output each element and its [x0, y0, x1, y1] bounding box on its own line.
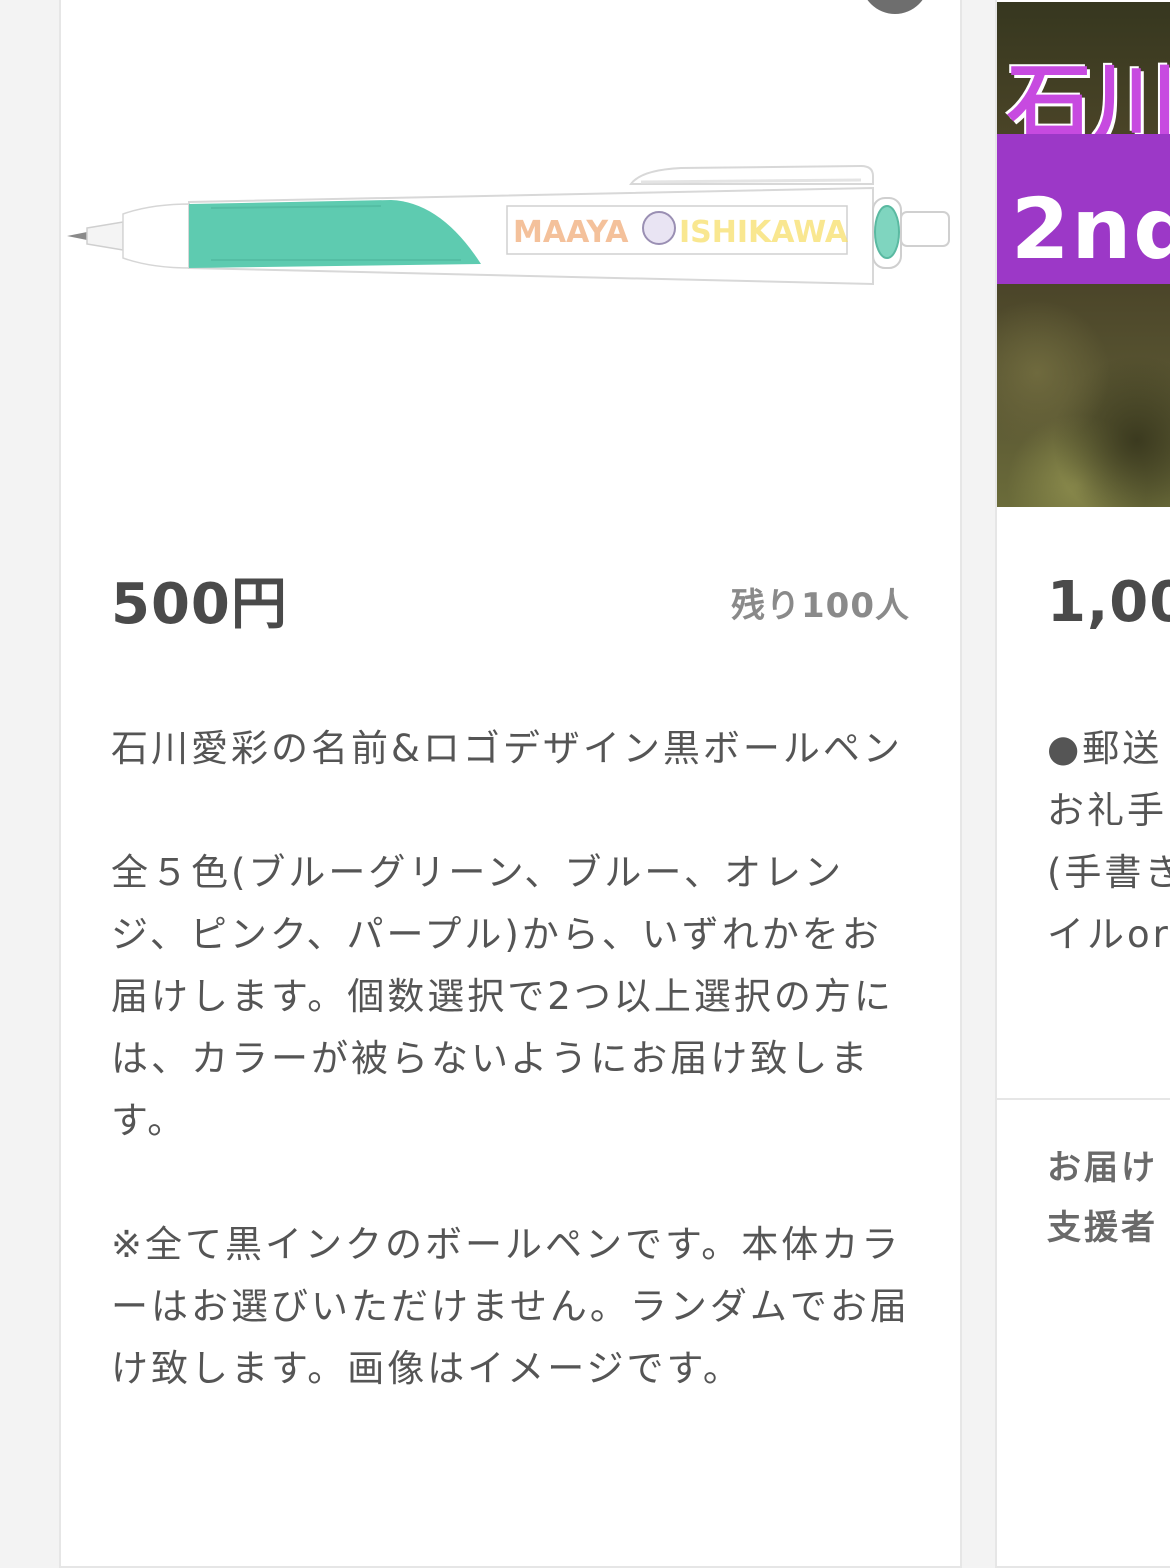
description-line: イルor — [1047, 913, 1170, 956]
description-line: お礼手 — [1047, 789, 1167, 832]
reward-image[interactable]: MAAYA ISHIKAWA — [61, 2, 960, 507]
image-photo — [997, 284, 1170, 507]
description-line: (手書き — [1047, 851, 1170, 894]
pen-illustration: MAAYA ISHIKAWA — [67, 164, 950, 286]
pen-logo-right: ISHIKAWA — [679, 215, 849, 250]
delivery-line: 支援者 — [1047, 1208, 1158, 1248]
divider — [997, 1098, 1170, 1100]
delivery-info: お届け 支援者 — [1047, 1138, 1158, 1258]
remaining-count: 残り100人 — [731, 586, 910, 626]
delivery-line: お届け — [1047, 1148, 1158, 1188]
reward-description: 石川愛彩の名前&ロゴデザイン黒ボールペン 全５色(ブルーグリーン、ブルー、オレン… — [111, 718, 911, 1400]
reward-image[interactable]: 石川 2nd — [997, 2, 1170, 507]
description-line: 石川愛彩の名前&ロゴデザイン黒ボールペン — [111, 727, 903, 770]
pen-logo-left: MAAYA — [513, 215, 629, 250]
image-band-text: 2nd — [1011, 180, 1170, 278]
reward-card-pen[interactable]: MAAYA ISHIKAWA 500円 残り100人 石川愛彩の名前&ロゴデザイ… — [59, 0, 962, 1568]
description-line: 全５色(ブルーグリーン、ブルー、オレンジ、ピンク、パープル)から、いずれかをお届… — [111, 851, 894, 1142]
reward-description: ●郵送 お礼手 (手書き イルor — [1047, 718, 1170, 966]
description-line: ※全て黒インクのボールペンです。本体カラーはお選びいただけません。ランダムでお届… — [111, 1223, 910, 1390]
reward-card-next[interactable]: 石川 2nd 1,00 ●郵送 お礼手 (手書き イルor お届け 支援者 — [995, 0, 1170, 1568]
reward-price: 1,00 — [1047, 570, 1170, 635]
description-line: ●郵送 — [1047, 727, 1163, 770]
reward-price: 500円 — [111, 572, 288, 637]
